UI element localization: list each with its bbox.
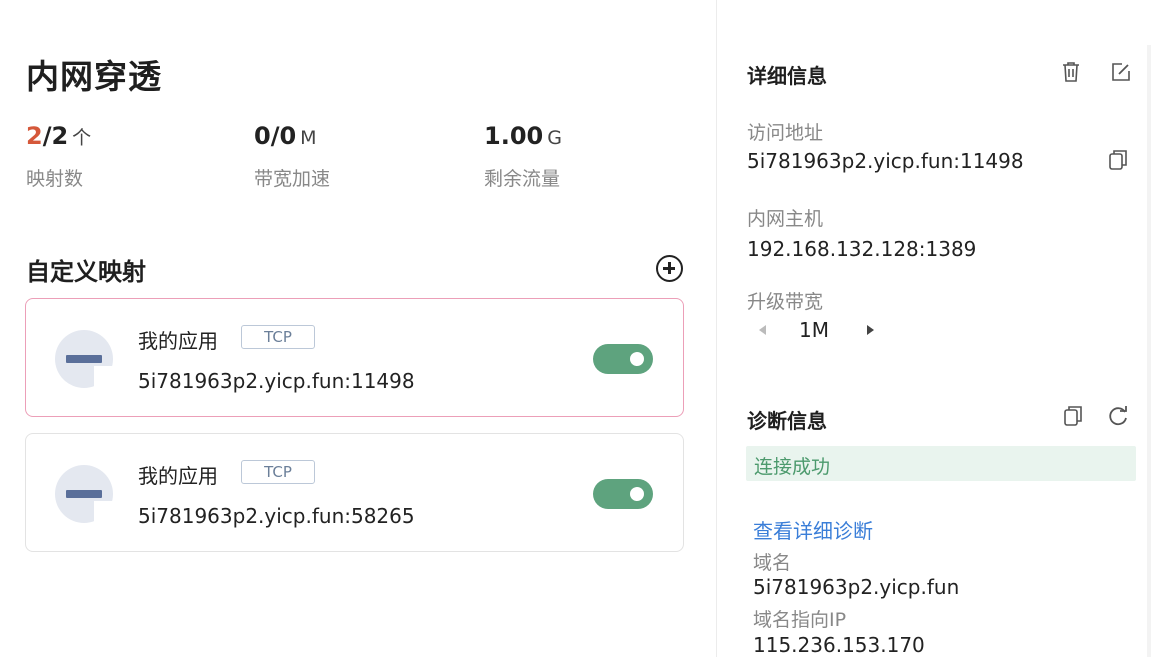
stat-mapping-unit: 个 xyxy=(72,127,92,149)
stat-bandwidth-label: 带宽加速 xyxy=(254,168,331,190)
stat-traffic-value: 1.00 xyxy=(484,122,544,150)
copy-icon[interactable] xyxy=(1108,149,1128,171)
connection-status-bar: 连接成功 xyxy=(746,446,1136,481)
stat-traffic-label: 剩余流量 xyxy=(484,168,561,190)
domain-ip-value: 115.236.153.170 xyxy=(753,633,925,657)
view-diagnosis-link[interactable]: 查看详细诊断 xyxy=(753,515,873,544)
main-panel: 内网穿透 2/2 个 映射数 0/0 M 带宽加速 1.00 G 剩余流量 自定义映射… xyxy=(0,0,716,657)
arrow-right-icon[interactable] xyxy=(867,325,874,335)
mapping-address: 5i781963p2.yicp.fun:11498 xyxy=(138,369,415,393)
domain-ip-label: 域名指向IP xyxy=(753,609,847,631)
arrow-left-icon[interactable] xyxy=(759,325,766,335)
custom-mapping-title: 自定义映射 xyxy=(26,258,146,286)
stat-bandwidth-value: 0/0 xyxy=(254,122,297,150)
stat-mapping-total: /2 xyxy=(42,122,69,150)
scrollbar[interactable] xyxy=(1147,45,1151,657)
domain-label: 域名 xyxy=(753,552,792,574)
copy-icon[interactable] xyxy=(1063,405,1083,427)
page-title: 内网穿透 xyxy=(26,57,162,96)
bandwidth-value: 1M xyxy=(799,318,829,342)
protocol-tag: TCP xyxy=(241,460,315,484)
detail-title: 详细信息 xyxy=(747,64,827,88)
stat-mapping-label: 映射数 xyxy=(26,168,84,190)
access-address-label: 访问地址 xyxy=(747,122,824,144)
stat-bandwidth: 0/0 M 带宽加速 xyxy=(254,122,330,191)
stat-mapping-used: 2 xyxy=(26,122,43,150)
stat-bandwidth-unit: M xyxy=(300,127,317,149)
edit-icon[interactable] xyxy=(1110,61,1132,83)
detail-panel: 详细信息 访问地址 5i781963p2.yicp.fun:11498 内网主机… xyxy=(717,0,1156,657)
stat-traffic: 1.00 G 剩余流量 xyxy=(484,122,562,191)
stat-traffic-unit: G xyxy=(547,127,562,149)
internal-host-label: 内网主机 xyxy=(747,208,824,230)
internal-host-value: 192.168.132.128:1389 xyxy=(747,237,977,261)
diagnosis-title: 诊断信息 xyxy=(747,409,827,433)
mapping-address: 5i781963p2.yicp.fun:58265 xyxy=(138,504,415,528)
refresh-icon[interactable] xyxy=(1107,405,1129,427)
delete-icon[interactable] xyxy=(1061,61,1081,83)
mapping-name: 我的应用 xyxy=(138,329,218,353)
add-circle-icon[interactable] xyxy=(656,255,683,282)
mapping-card[interactable]: 我的应用 TCP 5i781963p2.yicp.fun:58265 xyxy=(25,433,684,552)
connection-status-text: 连接成功 xyxy=(754,456,831,478)
access-address-value: 5i781963p2.yicp.fun:11498 xyxy=(747,149,1024,173)
mapping-card[interactable]: 我的应用 TCP 5i781963p2.yicp.fun:11498 xyxy=(25,298,684,417)
protocol-tag: TCP xyxy=(241,325,315,349)
bandwidth-upgrade-label: 升级带宽 xyxy=(747,291,824,313)
domain-value: 5i781963p2.yicp.fun xyxy=(753,575,960,599)
app-logo-icon xyxy=(55,330,114,389)
stat-mapping-count: 2/2 个 映射数 xyxy=(26,122,91,191)
mapping-toggle[interactable] xyxy=(593,479,653,509)
mapping-toggle[interactable] xyxy=(593,344,653,374)
mapping-name: 我的应用 xyxy=(138,464,218,488)
app-logo-icon xyxy=(55,465,114,524)
